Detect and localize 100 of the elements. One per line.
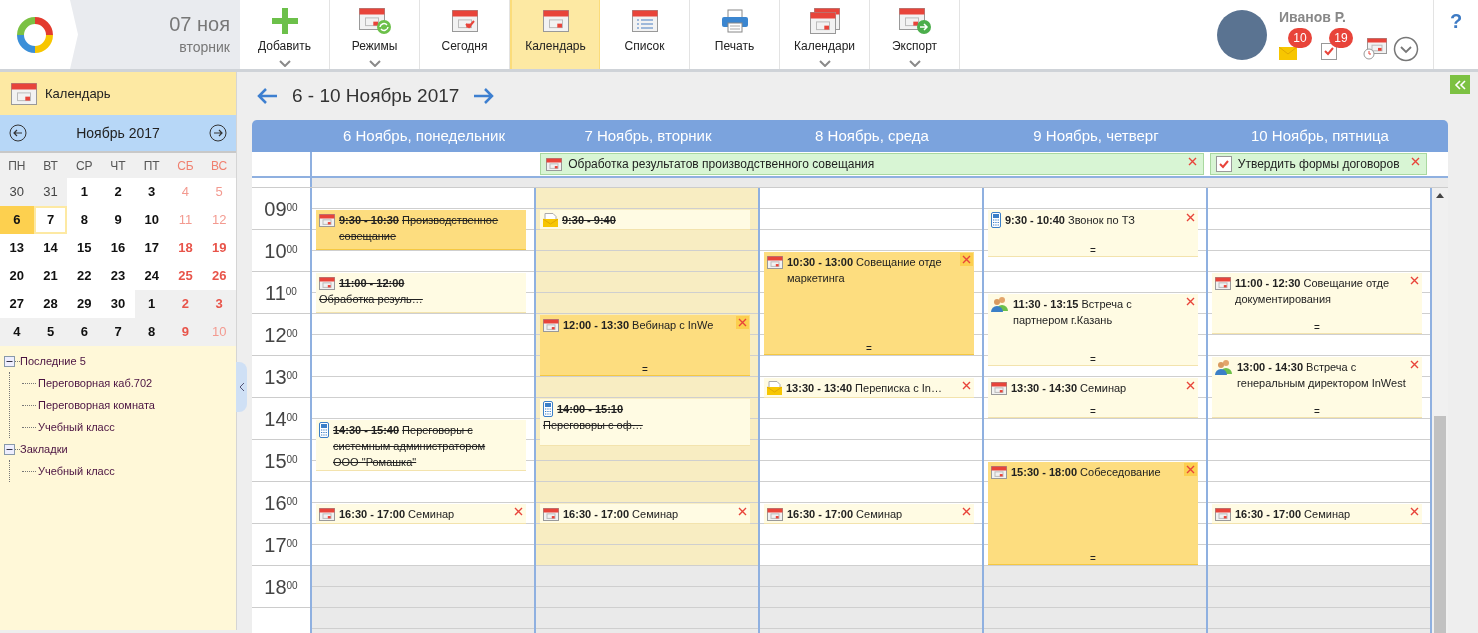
calendar-event[interactable]: 9:30 - 9:40 (540, 210, 750, 230)
calendar-day[interactable]: 24 (134, 262, 169, 290)
all-day-event[interactable]: Обработка результатов производственного совещания (540, 153, 1204, 175)
calendar-day[interactable]: 17 (134, 234, 169, 262)
calendar-event[interactable]: 13:00 - 14:30 Встреча с генеральным директором InWest = (1212, 357, 1422, 418)
calendar-event[interactable]: 14:00 - 15:10 Переговоры с оф… (540, 399, 750, 446)
calendar-event[interactable]: 9:30 - 10:30 Производственное совещание (316, 210, 526, 250)
previous-month-button[interactable] (9, 124, 27, 142)
scroll-up-icon (1436, 193, 1444, 198)
calendar-day[interactable]: 13 (0, 234, 34, 262)
tree-item[interactable]: Переговорная комната (38, 396, 155, 414)
resize-handle[interactable]: = (1090, 354, 1096, 365)
week-title: 6 - 10 Ноябрь 2017 (292, 83, 460, 108)
calendar-day[interactable]: 27 (0, 290, 34, 318)
arrow-left-icon (256, 87, 278, 105)
calendar-day[interactable]: 8 (67, 206, 102, 234)
all-day-event[interactable]: Утвердить формы договоров (1209, 153, 1427, 175)
calendar-event[interactable]: 11:00 - 12:00 Обработка резуль… (316, 273, 526, 313)
resize-handle[interactable]: = (866, 343, 872, 354)
calendar-day[interactable]: 15 (67, 234, 102, 262)
collapse-right-button[interactable] (1450, 75, 1470, 94)
calendar-event[interactable]: 9:30 - 10:40 Звонок по ТЗ = (988, 210, 1198, 257)
tree-item[interactable]: Учебный класс (38, 462, 115, 480)
collapse-icon[interactable] (4, 443, 15, 455)
calendar-day[interactable]: 19 (202, 234, 236, 262)
calendar-day[interactable]: 14 (33, 234, 68, 262)
calendar-day[interactable]: 22 (67, 262, 102, 290)
calendar-day[interactable]: 20 (0, 262, 34, 290)
calendar-day[interactable]: 16 (101, 234, 135, 262)
calendar-check-icon (451, 10, 478, 32)
calendar-event[interactable]: 12:00 - 13:30 Вебинар с InWe = (540, 315, 750, 376)
calendar-day[interactable]: 6 (0, 206, 34, 234)
calendar-day[interactable]: 18 (168, 234, 203, 262)
calendar-event[interactable]: 13:30 - 13:40 Переписка с In… (764, 378, 974, 398)
hour-label: 17$^{00}$ (264, 532, 298, 558)
calendar-event[interactable]: 11:30 - 13:15 Встреча с партнером г.Казань = (988, 294, 1198, 366)
toolbar-button[interactable]: Календарь (510, 0, 600, 69)
resize-handle[interactable]: = (1090, 553, 1096, 564)
close-button[interactable] (960, 379, 973, 392)
close-button[interactable] (1184, 463, 1197, 476)
close-button[interactable] (1408, 505, 1421, 518)
calendar-day[interactable]: 3 (134, 178, 169, 206)
calendar-day[interactable]: 23 (101, 262, 135, 290)
calendar-day[interactable]: 2 (101, 178, 135, 206)
calendar-day[interactable]: 1 (67, 178, 102, 206)
close-button[interactable] (960, 505, 973, 518)
calendar-event[interactable]: 13:30 - 14:30 Семинар = (988, 378, 1198, 418)
resize-handle[interactable]: = (1314, 406, 1320, 417)
calendar-event[interactable]: 14:30 - 15:40 Переговоры с системным администратором ООО "Ромашка" (316, 420, 526, 471)
calendar-event[interactable]: 16:30 - 17:00 Семинар (540, 504, 750, 524)
close-button[interactable] (960, 253, 973, 266)
next-week-button[interactable] (473, 87, 496, 105)
calendar-event[interactable]: 15:30 - 18:00 Собеседование = (988, 462, 1198, 565)
calendar-day[interactable]: 21 (33, 262, 68, 290)
calendar-event[interactable]: 16:30 - 17:00 Семинар (1212, 504, 1422, 524)
printer-icon (720, 9, 749, 33)
tree-item[interactable]: Переговорная каб.702 (38, 374, 153, 392)
collapse-icon[interactable] (4, 355, 15, 367)
close-icon (962, 381, 971, 390)
chevron-circle-icon (1393, 36, 1419, 62)
previous-week-button[interactable] (256, 87, 278, 105)
resize-handle[interactable]: = (1090, 245, 1096, 256)
next-month-button[interactable] (209, 124, 227, 142)
resize-handle[interactable]: = (1090, 406, 1096, 417)
calendar-day[interactable]: 26 (202, 262, 236, 290)
close-button[interactable] (1184, 379, 1197, 392)
day-header: 8 Ноябрь, среда (814, 125, 930, 146)
calendar-day[interactable]: 29 (67, 290, 102, 318)
tree-item[interactable]: Последние 5 (20, 352, 86, 370)
resize-handle[interactable]: = (1314, 322, 1320, 333)
calendar-day[interactable]: 25 (168, 262, 203, 290)
calendar-icon (543, 318, 559, 332)
calendar-day[interactable]: 10 (134, 206, 169, 234)
calendar-day[interactable]: 9 (101, 206, 135, 234)
calendar-day[interactable]: 28 (33, 290, 68, 318)
people-icon (991, 296, 1009, 312)
tree-item[interactable]: Учебный класс (38, 418, 115, 436)
hour-label: 18$^{00}$ (264, 574, 298, 600)
calendar-event[interactable]: 16:30 - 17:00 Семинар (316, 504, 526, 524)
close-button[interactable] (512, 505, 525, 518)
close-button[interactable] (736, 316, 749, 329)
event-text: Обработка резуль… (319, 292, 424, 307)
calendar-day[interactable]: 30 (101, 290, 135, 318)
scrollbar-thumb[interactable] (1434, 416, 1446, 633)
event-text: 14:30 - 15:40 Переговоры с системным администратором ООО "Ромашка" (333, 423, 487, 470)
calendar-event[interactable]: 16:30 - 17:00 Семинар (764, 504, 974, 524)
close-button[interactable] (1408, 358, 1421, 371)
calendars-icon (809, 8, 840, 34)
tree-item[interactable]: Закладки (20, 440, 68, 458)
close-button[interactable] (1184, 211, 1197, 224)
help-button[interactable]: ? (1449, 6, 1463, 32)
close-button[interactable] (1408, 274, 1421, 287)
resize-handle[interactable]: = (642, 364, 648, 375)
weekday-label: ВС (210, 157, 229, 175)
calendar-event[interactable]: 11:00 - 12:30 Совещание отде документирования = (1212, 273, 1422, 334)
calendar-event[interactable]: 10:30 - 13:00 Совещание отде маркетинга = (764, 252, 974, 355)
event-text: 15:30 - 18:00 Собеседование (1011, 465, 1161, 480)
calendar-day[interactable]: 7 (33, 206, 68, 234)
close-button[interactable] (1184, 295, 1197, 308)
close-button[interactable] (736, 505, 749, 518)
